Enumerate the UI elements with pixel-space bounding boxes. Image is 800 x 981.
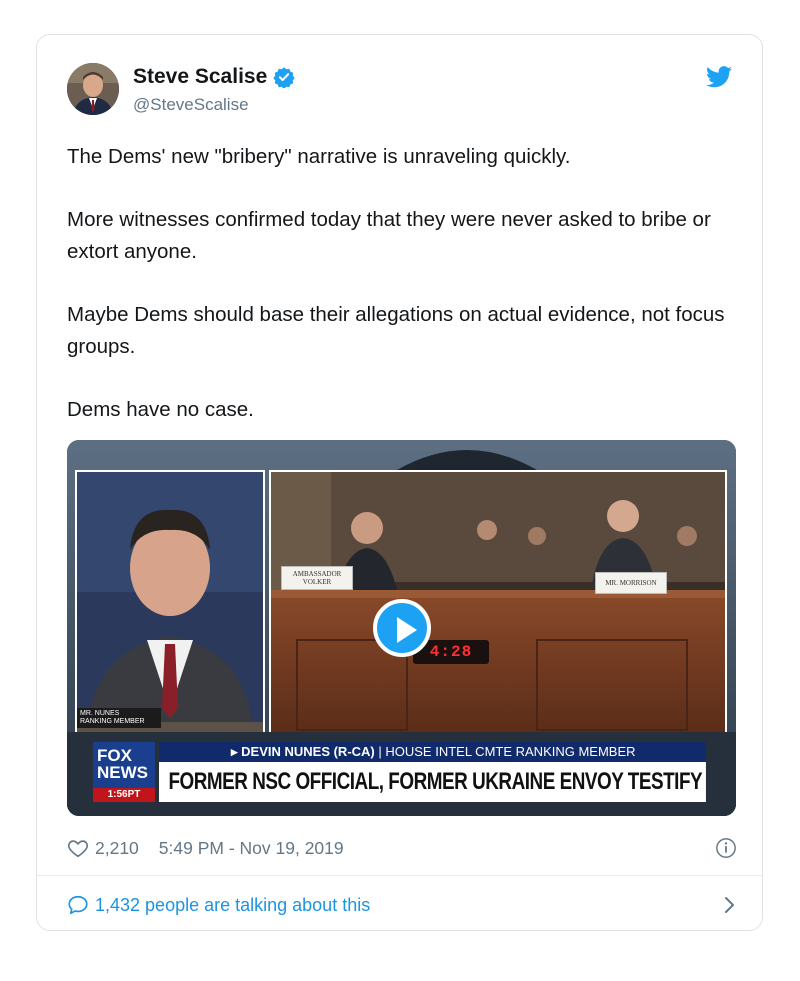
author-name[interactable]: Steve Scalise [133,65,267,89]
tweet-paragraph: Dems have no case. [67,398,254,421]
chyron-headline: FORMER NSC OFFICIAL, FORMER UKRAINE ENVO… [159,762,706,802]
nameplate-morrison: MR. MORRISON [595,572,667,594]
tweet-timestamp[interactable]: 5:49 PM - Nov 19, 2019 [159,838,344,859]
author-handle[interactable]: @SteveScalise [133,95,249,115]
fox-news-logo-text: FOX NEWS [93,742,155,788]
fox-time: 1:56PT [93,788,155,802]
nameplate-volker: AMBASSADOR VOLKER [281,566,353,590]
info-icon[interactable] [715,837,737,859]
tweet-text: The Dems' new "bribery" narrative is unr… [67,141,747,457]
chyron-name: ▸ DEVIN NUNES (R-CA) [231,744,375,759]
nunes-label-text: MR. NUNES [80,710,120,717]
tweet-paragraph: The Dems' new "bribery" narrative is unr… [67,145,571,168]
tweet-paragraph: More witnesses confirmed today that they… [67,208,711,263]
chevron-right-icon[interactable] [723,895,737,915]
twitter-bird-icon[interactable] [706,66,732,88]
tweet-paragraph: Maybe Dems should base their allegations… [67,303,725,358]
heart-icon[interactable] [67,837,89,859]
speech-bubble-icon [67,894,89,916]
like-count[interactable]: 2,210 [95,838,139,859]
nunes-caption: MR. NUNES RANKING MEMBER [77,708,161,728]
nunes-sublabel-text: RANKING MEMBER [80,718,145,725]
conversation-link[interactable]: 1,432 people are talking about this [67,891,737,919]
conversation-text[interactable]: 1,432 people are talking about this [95,895,370,916]
chyron-detail: | HOUSE INTEL CMTE RANKING MEMBER [378,744,636,759]
video-thumbnail[interactable]: MR. NUNES RANKING MEMBER AMBASSADOR VOLK… [67,440,736,816]
fox-news-logo: FOX NEWS 1:56PT [93,742,155,802]
tweet-meta-row: 2,210 5:49 PM - Nov 19, 2019 [67,835,737,861]
tweet-card[interactable]: Steve Scalise @SteveScalise The Dems' ne… [36,34,763,931]
divider [37,875,762,876]
play-button[interactable] [373,599,431,657]
avatar[interactable] [67,63,119,115]
verified-badge-icon [273,66,295,89]
chyron-top-bar: ▸ DEVIN NUNES (R-CA) | HOUSE INTEL CMTE … [159,742,706,762]
